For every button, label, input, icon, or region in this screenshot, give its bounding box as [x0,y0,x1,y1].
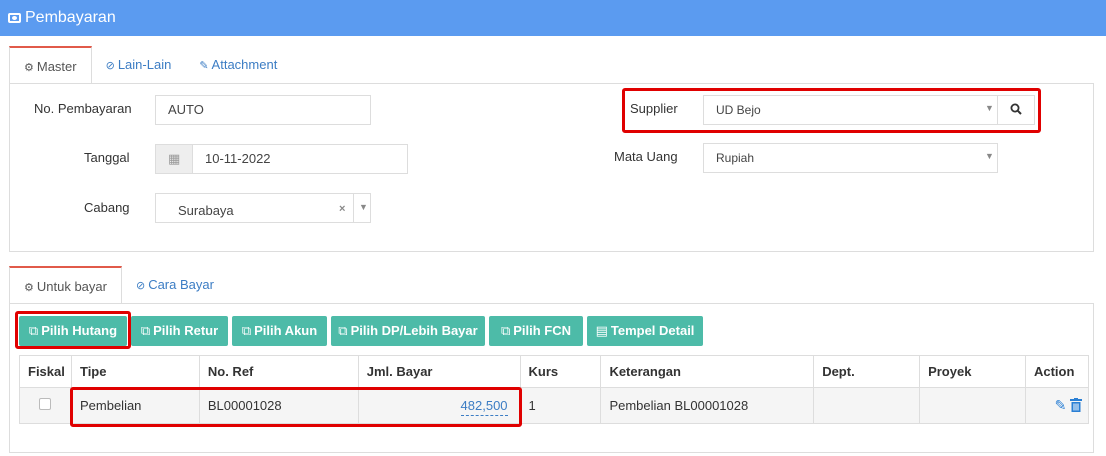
no-ref-cell: BL00001028 [198,387,359,424]
jml-bayar-cell: 482,500 [357,387,521,424]
cogs-icon: ⚙ [24,282,34,294]
search-icon[interactable] [997,95,1035,125]
tipe-cell: Pembelian [70,387,200,424]
tab-untuk-bayar[interactable]: ⚙ Untuk bayar [9,266,122,304]
tab-lain-lain[interactable]: ⊘ Lain-Lain [92,46,186,84]
table-header: Fiskal Tipe No. Ref Jml. Bayar Kurs Kete… [19,355,1090,388]
col-keterangan[interactable]: Keterangan [600,355,815,388]
copy-icon: ⧉ [500,323,511,338]
tab-attachment[interactable]: ✎ Attachment [185,46,291,84]
check-circle-icon: ⊘ [135,280,146,292]
pilih-hutang-button[interactable]: ⧉ Pilih Hutang [19,316,127,346]
paste-icon: ▤ [595,323,608,338]
col-tipe[interactable]: Tipe [70,355,200,388]
mata-uang-label: Mata Uang [614,149,678,164]
supplier-select[interactable]: UD Bejo [703,95,998,125]
col-fiskal[interactable]: Fiskal [19,355,72,388]
jml-bayar-editable[interactable]: 482,500 [460,398,508,416]
pilih-retur-button[interactable]: ⧉ Pilih Retur [131,316,228,346]
col-dept[interactable]: Dept. [813,355,921,388]
col-jml-bayar[interactable]: Jml. Bayar [357,355,521,388]
action-cell: ✎ [1024,387,1090,424]
pilih-akun-button[interactable]: ⧉ Pilih Akun [232,316,327,346]
chevron-down-icon: ▼ [985,151,994,161]
chevron-down-icon: ▼ [985,103,994,113]
cabang-select[interactable]: Surabaya [155,193,355,223]
cogs-icon: ⚙ [24,62,34,74]
no-pembayaran-input[interactable]: AUTO [155,95,371,125]
copy-icon: ⧉ [338,323,348,338]
money-icon [8,13,21,23]
detail-table: Fiskal Tipe No. Ref Jml. Bayar Kurs Kete… [19,355,1090,424]
pilih-fcn-button[interactable]: ⧉ Pilih FCN [489,316,583,346]
supplier-label: Supplier [630,101,678,116]
tanggal-label: Tanggal [84,150,130,165]
proyek-cell [919,387,1026,424]
cabang-label: Cabang [84,200,130,215]
calendar-icon[interactable]: ▦ [155,144,193,174]
mata-uang-select[interactable]: Rupiah [703,143,998,173]
window-titlebar: Pembayaran [0,0,1106,36]
col-proyek[interactable]: Proyek [919,355,1026,388]
no-pembayaran-label: No. Pembayaran [34,101,132,116]
col-action[interactable]: Action [1024,355,1090,388]
bottom-tabs: ⚙ Untuk bayar ⊘ Cara Bayar [9,266,228,304]
tempel-detail-button[interactable]: ▤ Tempel Detail [587,316,703,346]
copy-icon: ⧉ [28,323,39,338]
col-no-ref[interactable]: No. Ref [198,355,359,388]
pilih-dp-button[interactable]: ⧉ Pilih DP/Lebih Bayar [331,316,485,346]
top-tabs: ⚙ Master ⊘ Lain-Lain ✎ Attachment [9,46,291,84]
window-title: Pembayaran [25,9,116,26]
copy-icon: ⧉ [140,323,151,338]
copy-icon: ⧉ [241,323,252,338]
chevron-down-icon: ▼ [359,202,368,212]
tanggal-input[interactable]: 10-11-2022 [192,144,408,174]
check-circle-icon: ⊘ [105,60,115,72]
edit-icon[interactable]: ✎ [1055,397,1067,413]
dept-cell [813,387,921,424]
fiskal-cell [19,387,72,424]
kurs-cell: 1 [519,387,602,424]
keterangan-cell: Pembelian BL00001028 [600,387,815,424]
paperclip-icon: ✎ [199,60,209,72]
tab-cara-bayar[interactable]: ⊘ Cara Bayar [122,266,228,304]
trash-icon[interactable] [1070,398,1082,412]
clear-icon[interactable]: × [339,203,345,215]
tab-master[interactable]: ⚙ Master [9,46,92,84]
fiskal-checkbox[interactable] [39,398,52,410]
table-row: Pembelian BL00001028 482,500 1 Pembelian… [19,387,1090,424]
col-kurs[interactable]: Kurs [519,355,602,388]
